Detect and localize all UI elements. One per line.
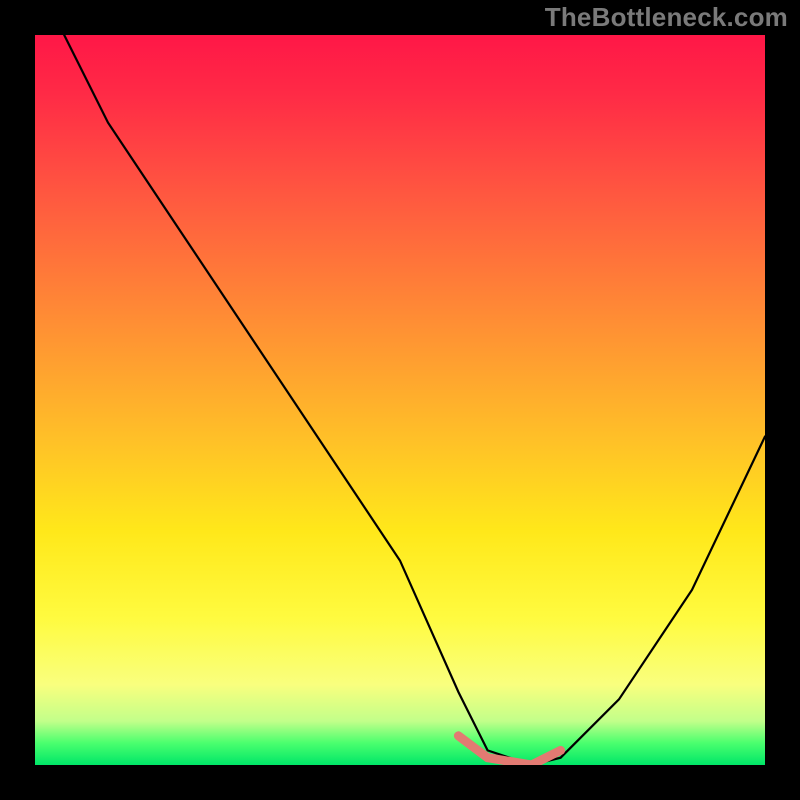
- watermark-label: TheBottleneck.com: [545, 2, 788, 33]
- chart-frame: TheBottleneck.com: [0, 0, 800, 800]
- chart-svg: [35, 35, 765, 765]
- bottleneck-curve: [64, 35, 765, 765]
- plot-area: [35, 35, 765, 765]
- optimal-range-highlight: [458, 736, 560, 765]
